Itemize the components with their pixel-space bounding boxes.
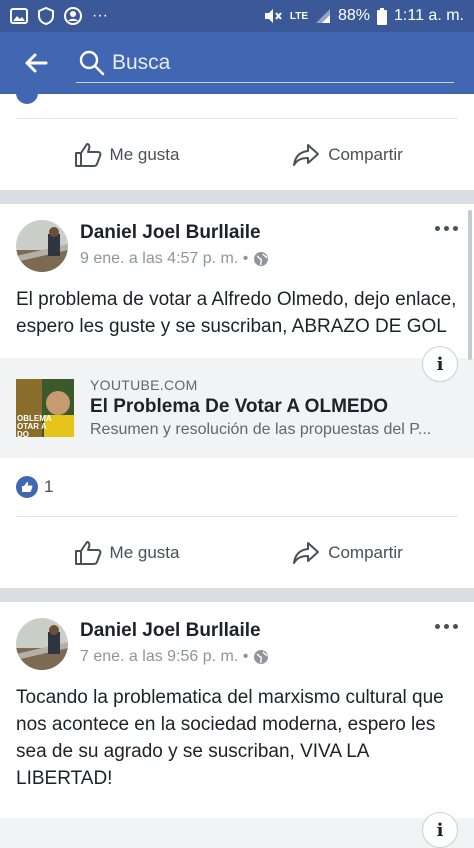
- clock: 1:11 a. m.: [394, 7, 464, 24]
- post-actions: Me gusta Compartir: [16, 516, 458, 588]
- link-domain: YOUTUBE.COM: [90, 377, 198, 393]
- network-type: LTE: [289, 10, 308, 22]
- more-options-icon[interactable]: [435, 624, 458, 629]
- video-thumbnail: OBLEMA OTAR A DO: [16, 379, 74, 437]
- signal-icon: [316, 9, 330, 23]
- status-bar: ··· LTE 88% 1:11 a. m.: [0, 0, 474, 32]
- more-notifications-icon: ···: [92, 7, 108, 24]
- post-card: Daniel Joel Burllaile 7 ene. a las 9:56 …: [0, 602, 474, 848]
- battery-icon: [377, 7, 388, 25]
- author-name[interactable]: Daniel Joel Burllaile: [80, 222, 269, 244]
- info-icon[interactable]: i: [422, 346, 458, 382]
- thumbs-up-icon: [74, 540, 101, 565]
- back-button[interactable]: [0, 32, 72, 94]
- share-button[interactable]: Compartir: [237, 143, 458, 167]
- post-card: Daniel Joel Burllaile 9 ene. a las 4:57 …: [0, 204, 474, 588]
- shield-icon: [38, 7, 54, 25]
- link-preview[interactable]: i: [0, 812, 474, 848]
- back-arrow-icon: [25, 53, 48, 73]
- news-feed: Me gusta Compartir Daniel Joel Burllaile…: [0, 82, 474, 848]
- like-button[interactable]: Me gusta: [16, 142, 237, 168]
- more-options-icon[interactable]: [435, 226, 458, 231]
- link-title: El Problema De Votar A OLMEDO: [90, 396, 389, 417]
- post-actions: Me gusta Compartir: [16, 118, 458, 190]
- post-date[interactable]: 9 ene. a las 4:57 p. m. •: [80, 250, 248, 268]
- thumbs-up-icon: [74, 142, 101, 167]
- search-input[interactable]: [112, 50, 432, 75]
- post-text: Tocando la problematica del marxismo cul…: [16, 687, 444, 789]
- link-description: Resumen y resolución de las propuestas d…: [90, 421, 432, 438]
- like-count: 1: [44, 477, 54, 496]
- post-date[interactable]: 7 ene. a las 9:56 p. m. •: [80, 648, 248, 666]
- like-reaction-icon: [16, 82, 38, 104]
- top-bar: [0, 32, 474, 94]
- previous-post: Me gusta Compartir: [0, 82, 474, 190]
- like-reaction-icon: [16, 476, 38, 498]
- search-bar[interactable]: [76, 43, 454, 83]
- battery-percent: 88%: [338, 7, 371, 24]
- share-icon: [293, 143, 320, 166]
- like-button[interactable]: Me gusta: [16, 540, 237, 566]
- account-icon: [64, 7, 82, 25]
- share-icon: [293, 541, 320, 564]
- link-preview[interactable]: i OBLEMA OTAR A DO YOUTUBE.COM El Problema…: [0, 346, 474, 458]
- svg-text:DO: DO: [17, 430, 29, 437]
- share-button[interactable]: Compartir: [237, 541, 458, 565]
- gallery-icon: [10, 8, 28, 24]
- search-icon: [79, 50, 105, 75]
- avatar[interactable]: [16, 618, 68, 670]
- mute-icon: [264, 9, 282, 23]
- globe-icon: [254, 252, 269, 266]
- globe-icon: [254, 650, 269, 664]
- scrollbar[interactable]: [468, 210, 472, 360]
- info-icon[interactable]: i: [422, 812, 458, 848]
- post-text: El problema de votar a Alfredo Olmedo, d…: [16, 289, 457, 337]
- reaction-summary[interactable]: 1: [0, 458, 474, 516]
- author-name[interactable]: Daniel Joel Burllaile: [80, 620, 269, 642]
- avatar[interactable]: [16, 220, 68, 272]
